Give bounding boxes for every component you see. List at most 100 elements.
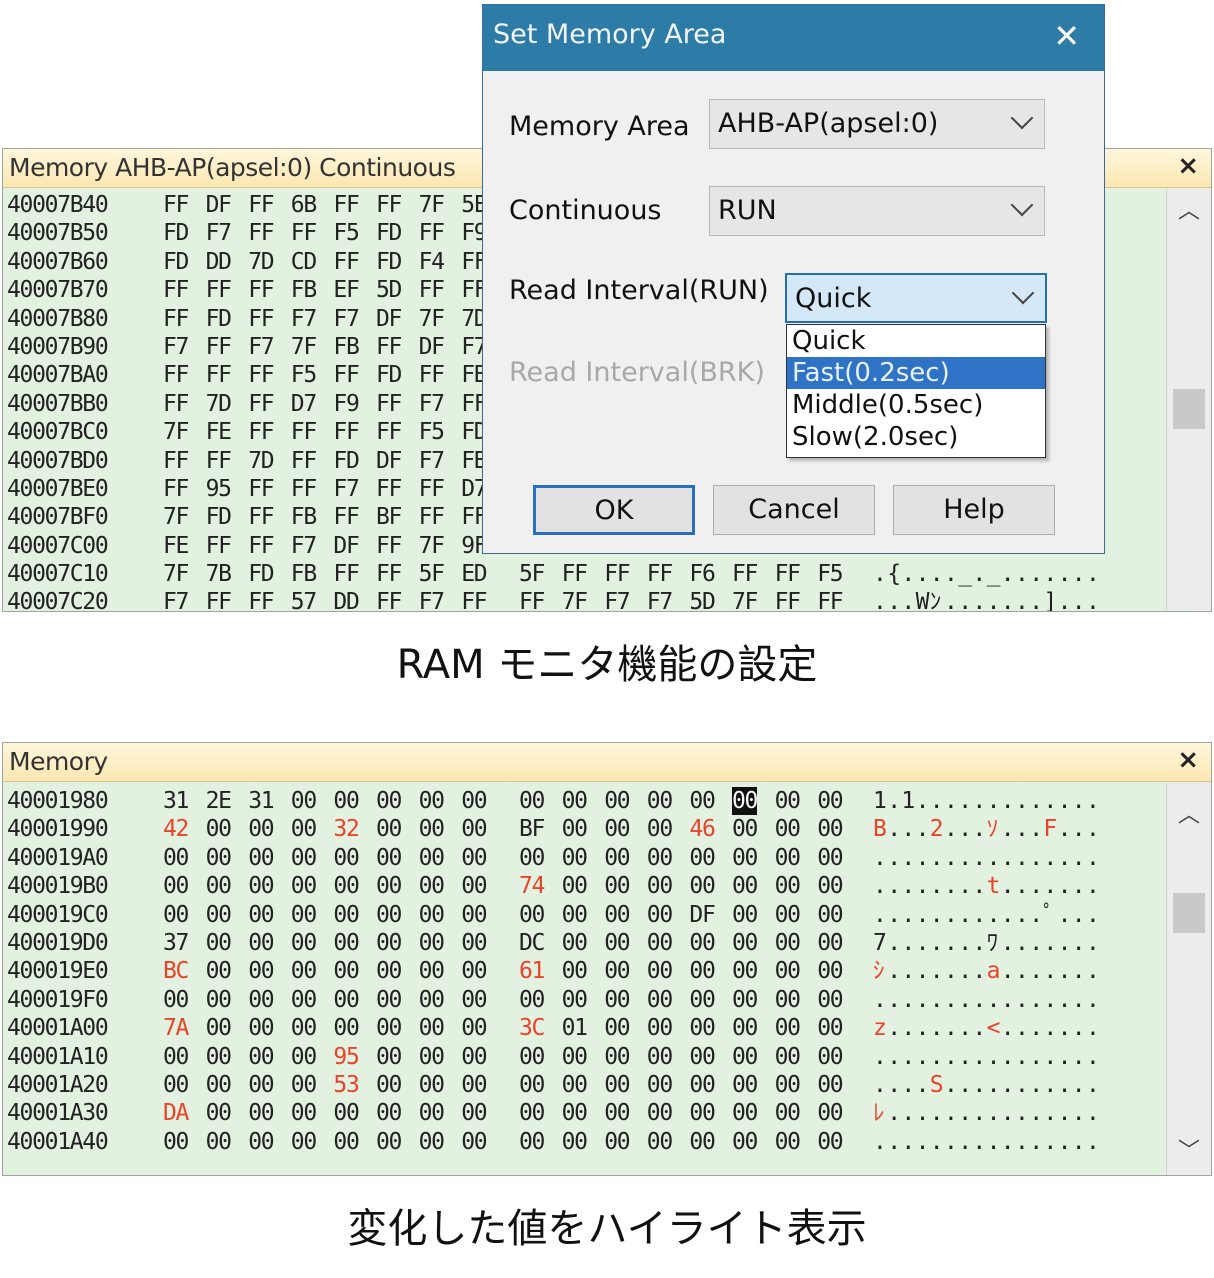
memory-byte[interactable]: 00 — [647, 1128, 673, 1156]
memory-byte[interactable]: 00 — [732, 1128, 758, 1156]
memory-byte[interactable]: 00 — [689, 1071, 715, 1099]
memory-byte[interactable]: FF — [248, 390, 274, 418]
memory-byte[interactable]: 00 — [817, 815, 843, 843]
memory-byte[interactable]: 00 — [248, 1014, 274, 1042]
memory-byte[interactable]: 00 — [461, 1099, 487, 1127]
memory-byte[interactable]: 00 — [376, 1071, 402, 1099]
memory-byte[interactable]: 00 — [817, 901, 843, 929]
memory-byte[interactable]: 00 — [562, 787, 588, 815]
memory-byte[interactable]: 00 — [689, 787, 715, 815]
memory-byte[interactable]: BC — [163, 957, 189, 985]
memory-byte[interactable]: FF — [248, 532, 274, 560]
memory-byte[interactable]: 5D — [689, 588, 715, 611]
memory-byte[interactable]: 00 — [732, 986, 758, 1014]
memory-byte[interactable]: 00 — [732, 957, 758, 985]
memory-byte[interactable]: 00 — [461, 815, 487, 843]
memory-byte[interactable]: 00 — [604, 1099, 630, 1127]
memory-byte[interactable]: 00 — [206, 844, 232, 872]
memory-byte[interactable]: F7 — [333, 305, 359, 333]
scrollbar-thumb[interactable] — [1173, 389, 1205, 429]
memory-byte[interactable]: FF — [419, 475, 445, 503]
memory-byte[interactable]: 00 — [732, 815, 758, 843]
memory-byte[interactable]: FF — [647, 560, 673, 588]
memory-byte[interactable]: 00 — [206, 901, 232, 929]
memory-byte[interactable]: FE — [163, 532, 189, 560]
memory-byte[interactable]: 00 — [775, 872, 801, 900]
memory-byte[interactable]: F7 — [206, 219, 232, 247]
memory-byte[interactable]: 00 — [291, 1043, 317, 1071]
memory-byte[interactable]: 00 — [206, 1043, 232, 1071]
memory-byte[interactable]: 00 — [419, 787, 445, 815]
memory-byte[interactable]: 00 — [461, 1128, 487, 1156]
memory-byte[interactable]: FF — [333, 503, 359, 531]
memory-byte[interactable]: 00 — [333, 1014, 359, 1042]
help-button[interactable]: Help — [893, 485, 1055, 535]
memory-byte[interactable]: FF — [163, 361, 189, 389]
memory-byte[interactable]: FF — [732, 560, 758, 588]
memory-byte[interactable]: 01 — [562, 1014, 588, 1042]
memory-byte[interactable]: 00 — [248, 929, 274, 957]
memory-byte[interactable]: DD — [333, 588, 359, 611]
memory-byte[interactable]: 00 — [376, 844, 402, 872]
memory-byte[interactable]: F5 — [333, 219, 359, 247]
memory-byte[interactable]: 00 — [647, 929, 673, 957]
memory-byte[interactable]: FF — [419, 219, 445, 247]
memory-byte[interactable]: 7B — [206, 560, 232, 588]
memory-byte[interactable]: 00 — [604, 787, 630, 815]
memory-byte[interactable]: 00 — [248, 957, 274, 985]
memory-byte[interactable]: FF — [248, 361, 274, 389]
memory-byte[interactable]: 00 — [248, 815, 274, 843]
memory-byte[interactable]: 00 — [461, 929, 487, 957]
memory-byte[interactable]: FF — [376, 588, 402, 611]
memory-byte[interactable]: 00 — [562, 986, 588, 1014]
memory-byte[interactable]: DF — [333, 532, 359, 560]
memory-byte[interactable]: 00 — [519, 844, 545, 872]
memory-byte[interactable]: FF — [376, 560, 402, 588]
memory-byte[interactable]: FF — [376, 333, 402, 361]
memory-byte[interactable]: 00 — [519, 1043, 545, 1071]
close-icon[interactable]: ✕ — [1053, 17, 1080, 55]
memory-byte[interactable]: 00 — [775, 844, 801, 872]
memory-byte[interactable]: FF — [519, 588, 545, 611]
memory-byte[interactable]: 00 — [291, 872, 317, 900]
memory-byte[interactable]: 00 — [817, 1099, 843, 1127]
memory-byte[interactable]: 00 — [206, 1128, 232, 1156]
memory-byte[interactable]: FD — [163, 248, 189, 276]
memory-byte[interactable]: 00 — [732, 1014, 758, 1042]
memory-byte[interactable]: FF — [333, 248, 359, 276]
memory-byte[interactable]: 00 — [775, 957, 801, 985]
memory-byte[interactable]: 00 — [419, 901, 445, 929]
memory-byte[interactable]: F7 — [604, 588, 630, 611]
dialog-titlebar[interactable]: Set Memory Area ✕ — [483, 5, 1104, 71]
memory-byte[interactable]: 00 — [333, 901, 359, 929]
memory-byte[interactable]: 00 — [163, 844, 189, 872]
memory-byte[interactable]: 00 — [519, 1128, 545, 1156]
memory-byte[interactable]: FF — [333, 560, 359, 588]
memory-byte[interactable]: 00 — [604, 844, 630, 872]
memory-byte[interactable]: 00 — [732, 844, 758, 872]
memory-byte[interactable]: 00 — [461, 957, 487, 985]
memory-byte[interactable]: FF — [376, 390, 402, 418]
memory-byte[interactable]: 00 — [519, 1099, 545, 1127]
memory-byte[interactable]: 00 — [689, 1128, 715, 1156]
memory-byte[interactable]: 00 — [775, 815, 801, 843]
memory-byte[interactable]: FF — [817, 588, 843, 611]
memory-byte[interactable]: FF — [461, 588, 487, 611]
memory-byte[interactable]: F9 — [333, 390, 359, 418]
memory-byte[interactable]: 00 — [461, 1071, 487, 1099]
memory-byte[interactable]: 00 — [519, 986, 545, 1014]
memory-byte[interactable]: 00 — [461, 986, 487, 1014]
memory-byte[interactable]: 00 — [461, 787, 487, 815]
memory-byte[interactable]: 00 — [562, 1071, 588, 1099]
memory-window-titlebar[interactable]: Memory × — [3, 743, 1211, 782]
memory-byte[interactable]: FD — [333, 447, 359, 475]
memory-byte[interactable]: 00 — [689, 929, 715, 957]
memory-byte[interactable]: 00 — [206, 1014, 232, 1042]
memory-byte[interactable]: FF — [419, 276, 445, 304]
memory-byte[interactable]: FF — [248, 305, 274, 333]
memory-byte[interactable]: 00 — [376, 1014, 402, 1042]
memory-byte[interactable]: 00 — [206, 929, 232, 957]
memory-byte[interactable]: 7F — [562, 588, 588, 611]
memory-byte[interactable]: 00 — [775, 1071, 801, 1099]
memory-byte[interactable]: 00 — [732, 787, 758, 816]
